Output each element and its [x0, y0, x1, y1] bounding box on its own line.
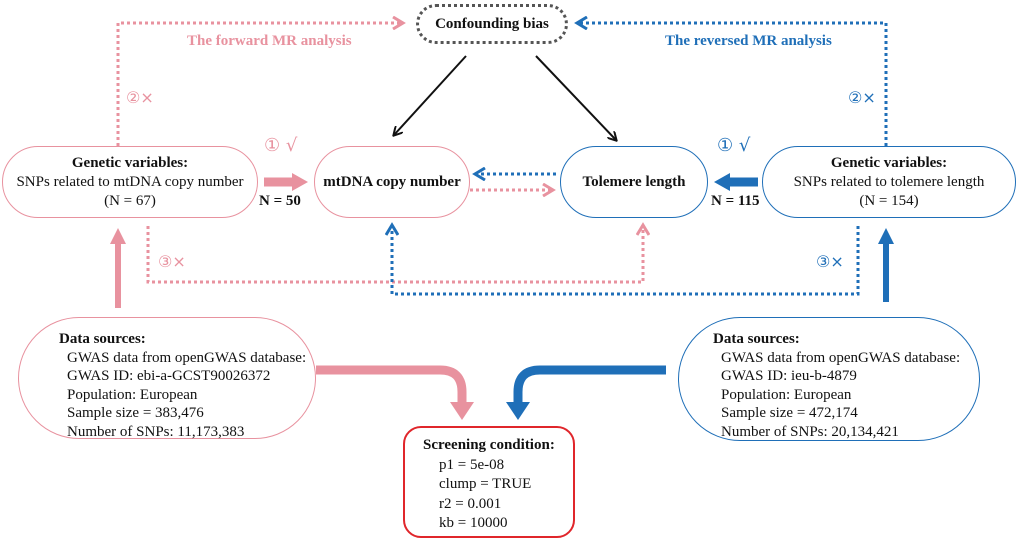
screening-line: clump = TRUE — [439, 476, 532, 492]
source-tl-to-screening-arrow — [513, 365, 666, 404]
screening-title: Screening condition: — [423, 437, 555, 453]
source-tl-to-screening-head — [506, 402, 530, 420]
source-mtdna-line: GWAS ID: ebi-a-GCST90026372 — [67, 368, 271, 384]
genetic-variables-telomere-node: Genetic variables: SNPs related to tolem… — [762, 146, 1016, 218]
genetic-variables-mtdna-node: Genetic variables: SNPs related to mtDNA… — [2, 146, 258, 218]
reversed-assumption-2: ②× — [848, 88, 876, 107]
data-source-telomere-node: Data sources: GWAS data from openGWAS da… — [678, 317, 980, 441]
reversed-assumption-3: ③× — [816, 252, 844, 271]
reversed-direct-path — [392, 226, 860, 296]
source-mtdna-line: Population: European — [67, 386, 198, 403]
source-telomere-line: GWAS data from openGWAS database: — [721, 349, 961, 366]
mtdna-copy-number-node: mtDNA copy number — [314, 146, 470, 218]
screening-line: r2 = 0.001 — [439, 495, 502, 512]
reversed-assumption-1: ① √ — [717, 135, 751, 156]
source-mt-to-genetic-head — [110, 228, 126, 244]
genetic-telomere-title: Genetic variables: — [830, 154, 948, 171]
forward-assumption-3: ③× — [158, 252, 186, 271]
source-telomere-title: Data sources: — [713, 331, 800, 347]
screening-condition-node: Screening condition: p1 = 5e-08 clump = … — [403, 426, 575, 538]
forward-selected-count: N = 50 — [259, 193, 301, 209]
forward-iv-arrowhead — [292, 173, 308, 191]
screening-line: kb = 10000 — [439, 515, 508, 531]
reversed-selected-count: N = 115 — [711, 193, 760, 209]
data-source-mtdna-node: Data sources: GWAS data from openGWAS da… — [18, 317, 316, 440]
source-mtdna-line: Sample size = 383,476 — [67, 405, 204, 421]
genetic-mtdna-title: Genetic variables: — [71, 154, 189, 171]
confounder-to-telomere-arrow — [535, 55, 616, 140]
source-telomere-line: Number of SNPs: 20,134,421 — [721, 423, 899, 440]
reversed-analysis-label: The reversed MR analysis — [665, 33, 832, 49]
forward-direct-path — [146, 226, 643, 284]
confounding-bias-node: Confounding bias — [416, 4, 568, 44]
genetic-mtdna-desc: SNPs related to mtDNA copy number — [16, 173, 244, 190]
source-mt-to-screening-head — [450, 402, 474, 420]
forward-assumption-1: ① √ — [264, 135, 298, 156]
reversed-iv-arrowhead — [714, 173, 730, 191]
source-mtdna-line: Number of SNPs: 11,173,383 — [67, 423, 245, 440]
confounding-bias-label: Confounding bias — [435, 15, 549, 32]
forward-assumption-2: ②× — [126, 88, 154, 107]
screening-line: p1 = 5e-08 — [439, 456, 505, 473]
genetic-telomere-desc: SNPs related to tolemere length — [793, 173, 985, 190]
source-mtdna-title: Data sources: — [59, 331, 146, 347]
source-tl-to-genetic-head — [878, 228, 894, 244]
forward-analysis-label: The forward MR analysis — [187, 33, 352, 49]
source-mt-to-screening-arrow — [316, 365, 467, 404]
telomere-length-label: Tolemere length — [582, 173, 686, 190]
genetic-telomere-count: (N = 154) — [859, 192, 919, 209]
confounder-to-mtdna-arrow — [394, 55, 467, 135]
source-mtdna-line: GWAS data from openGWAS database: — [67, 349, 307, 366]
source-telomere-line: Sample size = 472,174 — [721, 405, 858, 421]
telomere-length-node: Tolemere length — [560, 146, 708, 218]
source-telomere-line: GWAS ID: ieu-b-4879 — [721, 368, 857, 384]
mtdna-copy-number-label: mtDNA copy number — [323, 173, 461, 190]
source-telomere-line: Population: European — [721, 386, 852, 403]
genetic-mtdna-count: (N = 67) — [104, 192, 156, 209]
